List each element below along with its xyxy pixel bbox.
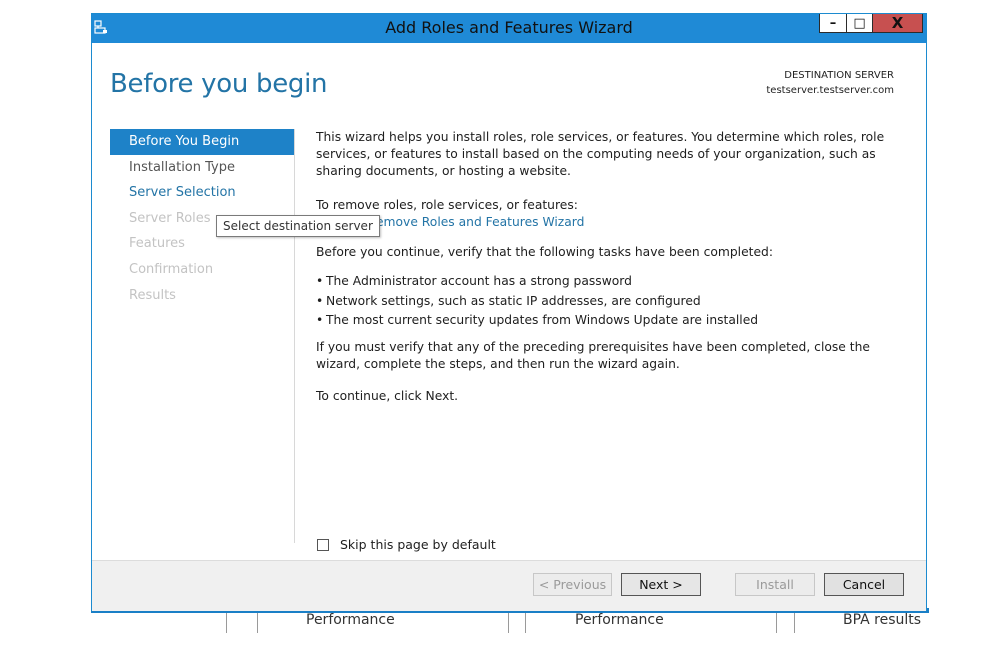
nav-divider (294, 129, 295, 543)
skip-page-checkbox[interactable] (317, 538, 329, 551)
column-separator (508, 613, 509, 633)
minimize-button[interactable]: – (819, 14, 847, 33)
list-item-text: The most current security updates from W… (326, 313, 759, 327)
intro-text: This wizard helps you install roles, rol… (316, 130, 885, 178)
bullet-icon: • (316, 313, 324, 327)
list-item-text: The Administrator account has a strong p… (326, 274, 632, 288)
column-separator (776, 613, 777, 633)
list-item: • The most current security updates from … (316, 311, 758, 331)
list-item: • The Administrator account has a strong … (316, 272, 758, 292)
nav-item-installation-type[interactable]: Installation Type (110, 155, 294, 181)
continue-text: To continue, click Next. (316, 389, 459, 403)
column-separator (226, 613, 227, 633)
prerequisite-list: • The Administrator account has a strong … (316, 272, 758, 331)
close-button[interactable]: X (873, 14, 923, 33)
nav-item-before-you-begin[interactable]: Before You Begin (110, 129, 294, 155)
bullet-icon: • (316, 274, 324, 288)
skip-page-option[interactable]: Skip this page by default (317, 537, 496, 552)
cancel-button[interactable]: Cancel (824, 573, 904, 596)
skip-page-label[interactable]: Skip this page by default (340, 537, 496, 552)
close-icon: X (891, 13, 904, 32)
window-controls: – □ X (819, 14, 923, 34)
background-column-header: BPA results (843, 612, 922, 628)
column-separator (794, 613, 795, 633)
background-column-header: Performance (306, 612, 395, 628)
minimize-icon: – (829, 15, 837, 31)
list-item-text: Network settings, such as static IP addr… (326, 293, 701, 308)
install-button[interactable]: Install (735, 573, 815, 596)
next-button[interactable]: Next > (621, 573, 701, 596)
prerequisite-note: If you must verify that any of the prece… (316, 340, 870, 371)
nav-item-server-selection[interactable]: Server Selection (110, 180, 294, 206)
wizard-footer: < Previous Next > Install Cancel (92, 560, 926, 611)
list-item: • Network settings, such as static IP add… (316, 292, 758, 312)
page-title: Before you begin (110, 69, 328, 99)
wizard-window: Add Roles and Features Wizard – □ X Befo… (91, 13, 927, 611)
window-title: Add Roles and Features Wizard (385, 18, 633, 37)
wizard-content: Before you begin DESTINATION SERVER test… (92, 43, 926, 560)
bullet-icon: • (316, 293, 324, 308)
column-separator (525, 613, 526, 633)
verify-text: Before you continue, verify that the fol… (316, 245, 773, 259)
nav-item-confirmation: Confirmation (129, 261, 214, 277)
remove-roles-label: To remove roles, role services, or featu… (316, 198, 578, 212)
column-separator (257, 613, 258, 633)
background-server-manager (91, 613, 929, 655)
tooltip: Select destination server (216, 215, 380, 237)
previous-button[interactable]: < Previous (533, 573, 612, 596)
maximize-icon: □ (853, 15, 866, 31)
background-column-header: Performance (575, 612, 664, 628)
remove-roles-link[interactable]: Remove Roles and Features Wizard (368, 214, 584, 231)
destination-server-label: DESTINATION SERVER (784, 70, 894, 81)
nav-item-results: Results (129, 287, 176, 303)
maximize-button[interactable]: □ (847, 14, 873, 33)
destination-server-name: testserver.testserver.com (766, 85, 894, 96)
title-bar[interactable]: Add Roles and Features Wizard – □ X (92, 14, 926, 43)
